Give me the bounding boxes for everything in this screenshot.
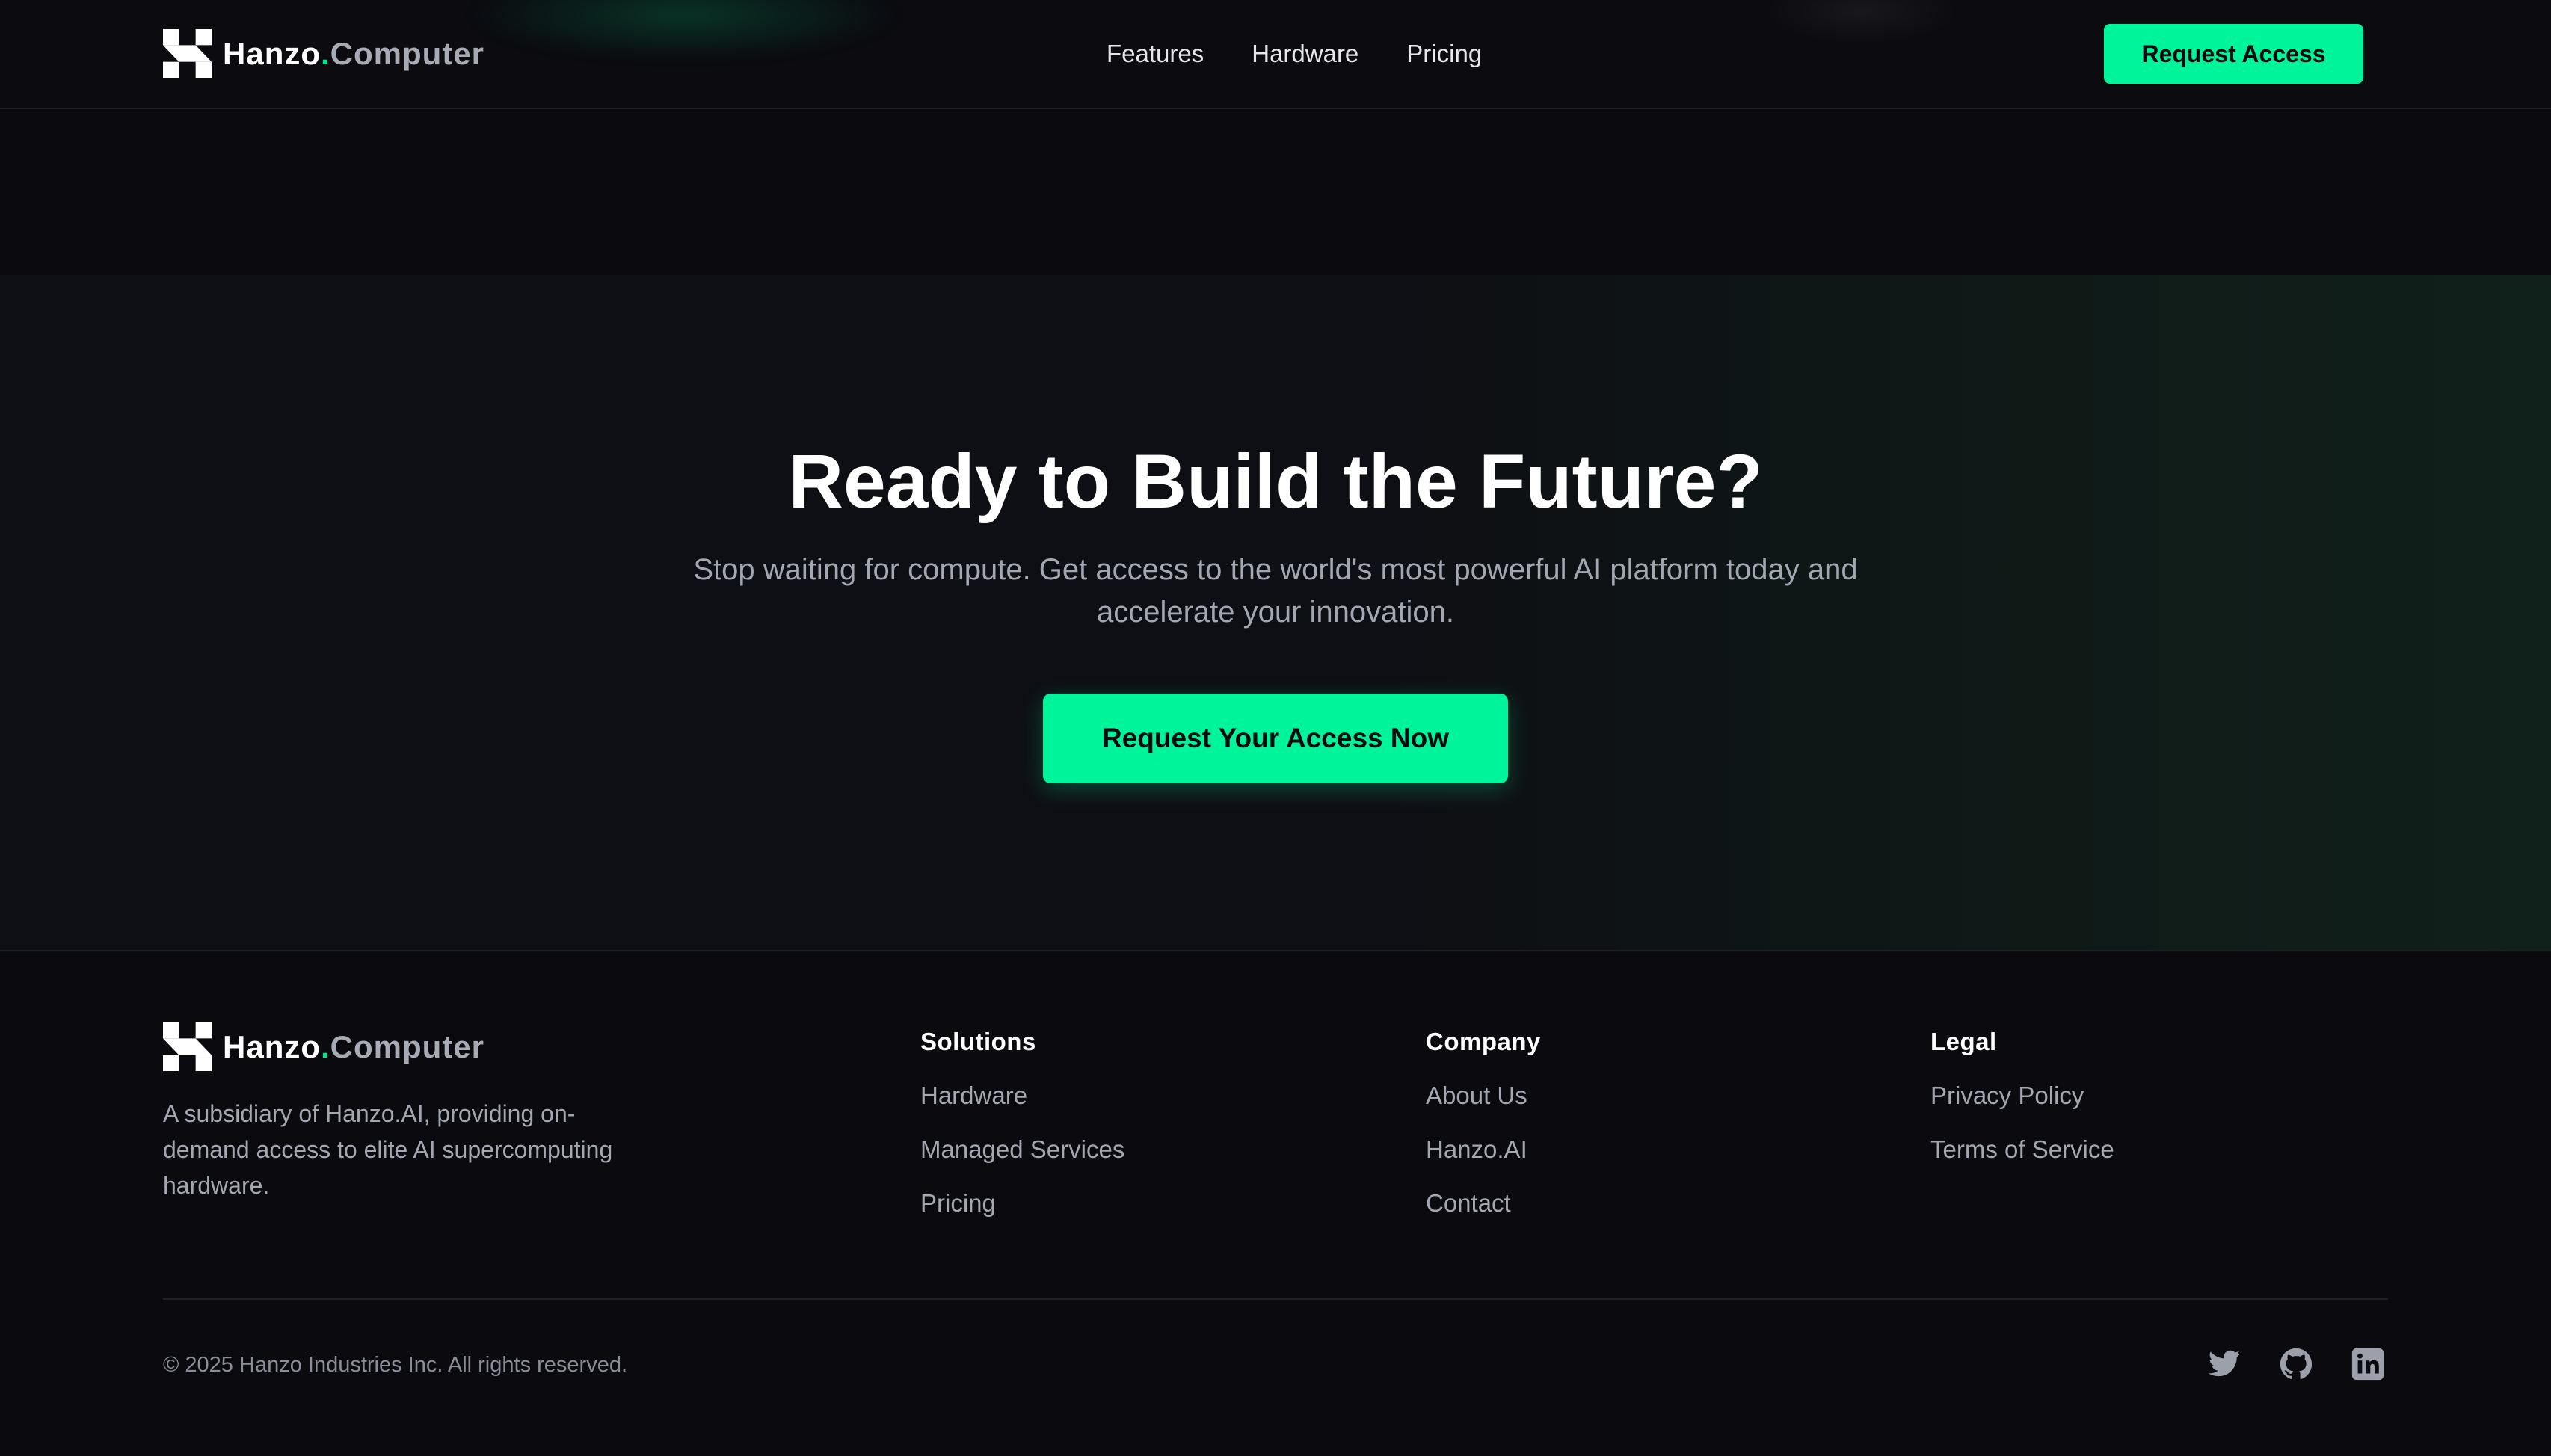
request-access-button[interactable]: Request Access (2104, 24, 2363, 84)
header-glow-decoration (464, 0, 905, 60)
linkedin-icon[interactable] (2351, 1347, 2385, 1381)
footer-column-solutions: Solutions Hardware Managed Services Pric… (920, 1025, 1124, 1241)
footer-logo[interactable]: Hanzo.Computer (163, 1022, 484, 1071)
github-icon[interactable] (2279, 1347, 2313, 1381)
site-header: Hanzo.Computer Features Hardware Pricing… (0, 0, 2551, 109)
footer-link-managed-services[interactable]: Managed Services (920, 1133, 1124, 1166)
hanzo-logo-icon (163, 1022, 212, 1071)
footer-link-hardware[interactable]: Hardware (920, 1079, 1124, 1112)
logo-text-computer: Computer (330, 35, 485, 71)
twitter-icon[interactable] (2207, 1347, 2241, 1381)
footer-column-heading: Legal (1930, 1028, 1997, 1055)
cta-subtitle: Stop waiting for compute. Get access to … (693, 553, 1858, 629)
footer-link-terms-of-service[interactable]: Terms of Service (1930, 1133, 2114, 1166)
footer-link-pricing[interactable]: Pricing (920, 1187, 1124, 1220)
cta-section: Ready to Build the Future? Stop waiting … (0, 275, 2551, 951)
footer-link-hanzo-ai[interactable]: Hanzo.AI (1426, 1133, 1541, 1166)
footer-link-about-us[interactable]: About Us (1426, 1079, 1541, 1112)
request-your-access-now-button[interactable]: Request Your Access Now (1043, 694, 1508, 783)
footer-column-company: Company About Us Hanzo.AI Contact (1426, 1025, 1541, 1241)
logo-wordmark: Hanzo.Computer (223, 1031, 484, 1063)
cta-heading: Ready to Build the Future? (788, 439, 1763, 524)
header-logo[interactable]: Hanzo.Computer (163, 29, 484, 78)
logo-text-dot: . (321, 1028, 330, 1064)
nav-link-pricing[interactable]: Pricing (1406, 37, 1482, 70)
logo-text-computer: Computer (330, 1028, 485, 1064)
nav-link-features[interactable]: Features (1107, 37, 1204, 70)
main-nav: Features Hardware Pricing (1107, 37, 1530, 70)
footer-column-heading: Solutions (920, 1028, 1036, 1055)
logo-text-dot: . (321, 35, 330, 71)
footer-link-privacy-policy[interactable]: Privacy Policy (1930, 1079, 2114, 1112)
hanzo-logo-icon (163, 29, 212, 78)
copyright-text: © 2025 Hanzo Industries Inc. All rights … (163, 1353, 628, 1377)
logo-text-hanzo: Hanzo (223, 1028, 321, 1064)
header-glow-decoration-2 (1764, 0, 1959, 45)
footer-column-legal: Legal Privacy Policy Terms of Service (1930, 1025, 2114, 1187)
social-links (2207, 1347, 2385, 1381)
logo-text-hanzo: Hanzo (223, 35, 321, 71)
footer-divider (163, 1298, 2388, 1300)
nav-link-hardware[interactable]: Hardware (1252, 37, 1358, 70)
footer-link-contact[interactable]: Contact (1426, 1187, 1541, 1220)
logo-wordmark: Hanzo.Computer (223, 35, 485, 71)
footer-description: A subsidiary of Hanzo.AI, providing on-d… (163, 1100, 613, 1199)
footer-column-heading: Company (1426, 1028, 1541, 1055)
